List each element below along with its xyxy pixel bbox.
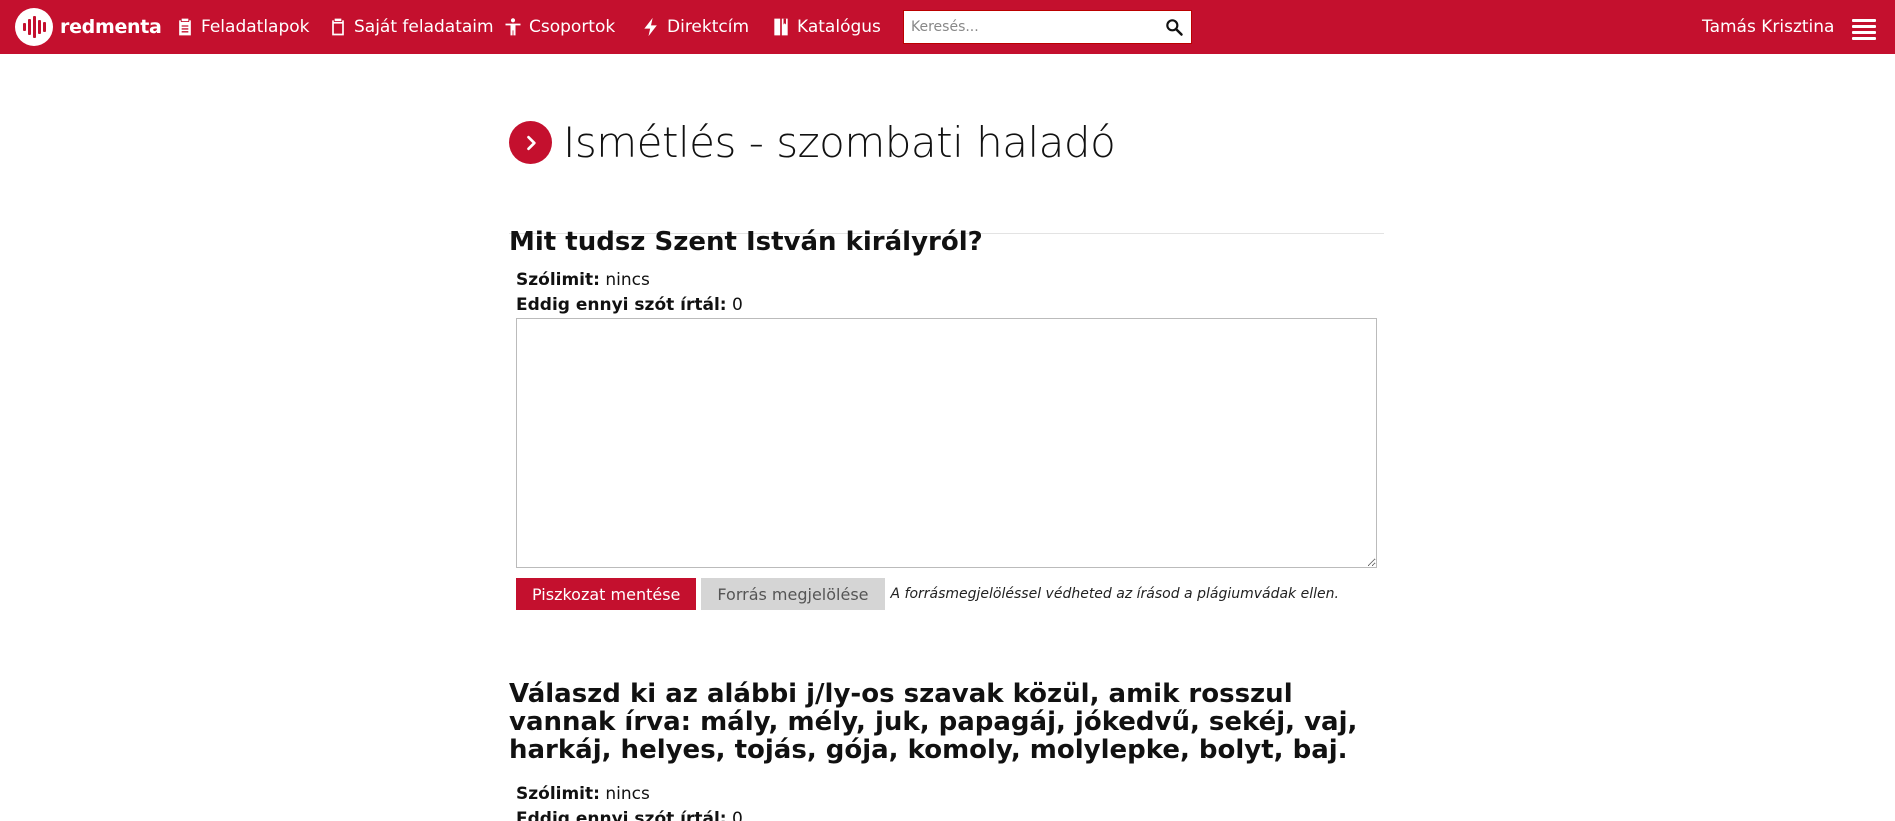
nav-label: Feladatlapok xyxy=(201,17,310,37)
user-menu[interactable]: Tamás Krisztina xyxy=(1702,0,1834,54)
word-limit-label: Szólimit: xyxy=(516,270,600,290)
brand-logo[interactable]: redmenta xyxy=(15,8,162,46)
word-limit: Szólimit: nincs xyxy=(509,782,1384,807)
nav-item-direktcim[interactable]: Direktcím xyxy=(641,0,749,54)
task-essay: Mit tudsz Szent István királyról? Szólim… xyxy=(509,228,1384,610)
cite-source-button[interactable]: Forrás megjelölése xyxy=(701,578,885,610)
task-spelling: Válaszd ki az alábbi j/ly-os szavak közü… xyxy=(509,680,1384,821)
page-header: Ismétlés - szombati haladó xyxy=(509,114,1384,234)
task-title: Mit tudsz Szent István királyról? xyxy=(509,227,983,257)
search-button[interactable] xyxy=(1157,11,1191,43)
nav-label: Csoportok xyxy=(529,17,616,37)
hamburger-menu-icon[interactable] xyxy=(1852,19,1876,40)
word-count: Eddig ennyi szót írtál: 0 xyxy=(509,293,1384,318)
brand-name: redmenta xyxy=(60,16,162,38)
word-count: Eddig ennyi szót írtál: 0 xyxy=(509,807,1384,821)
search-icon xyxy=(1166,19,1183,36)
word-limit-value: nincs xyxy=(605,270,650,290)
task-title: Válaszd ki az alábbi j/ly-os szavak közü… xyxy=(509,679,1358,765)
lightning-icon xyxy=(644,17,657,37)
nav-item-katalogus[interactable]: Katalógus xyxy=(771,0,881,54)
word-limit-label: Szólimit: xyxy=(516,784,600,804)
word-limit: Szólimit: nincs xyxy=(509,268,1384,293)
nav-item-sajat-feladataim[interactable]: Saját feladataim xyxy=(328,0,494,54)
save-draft-button[interactable]: Piszkozat mentése xyxy=(516,578,697,610)
clipboard-list-icon xyxy=(179,18,191,36)
redmenta-logo-icon xyxy=(15,8,53,46)
answer-textarea[interactable] xyxy=(516,318,1377,568)
search-input[interactable] xyxy=(904,11,1157,43)
word-count-value: 0 xyxy=(732,295,743,315)
word-count-label: Eddig ennyi szót írtál: xyxy=(516,809,727,821)
task-actions: Piszkozat mentése Forrás megjelölése A f… xyxy=(516,578,1384,610)
nav-item-csoportok[interactable]: Csoportok xyxy=(503,0,615,54)
word-limit-value: nincs xyxy=(605,784,650,804)
plagiarism-hint: A forrásmegjelöléssel védheted az írásod… xyxy=(890,586,1339,602)
nav-label: Saját feladataim xyxy=(354,17,494,37)
clipboard-icon xyxy=(332,18,344,36)
nav-label: Direktcím xyxy=(667,17,750,37)
word-count-label: Eddig ennyi szót írtál: xyxy=(516,295,727,315)
nav-label: Katalógus xyxy=(797,17,881,37)
word-count-value: 0 xyxy=(732,809,743,821)
top-navigation-bar: redmenta Feladatlapok Saját feladataim C… xyxy=(0,0,1895,54)
nav-item-feladatlapok[interactable]: Feladatlapok xyxy=(175,0,310,54)
person-icon xyxy=(505,18,521,36)
book-icon xyxy=(774,18,788,36)
page-title: Ismétlés - szombati haladó xyxy=(563,118,1116,167)
search-box xyxy=(903,10,1192,44)
chevron-right-icon xyxy=(509,121,552,164)
